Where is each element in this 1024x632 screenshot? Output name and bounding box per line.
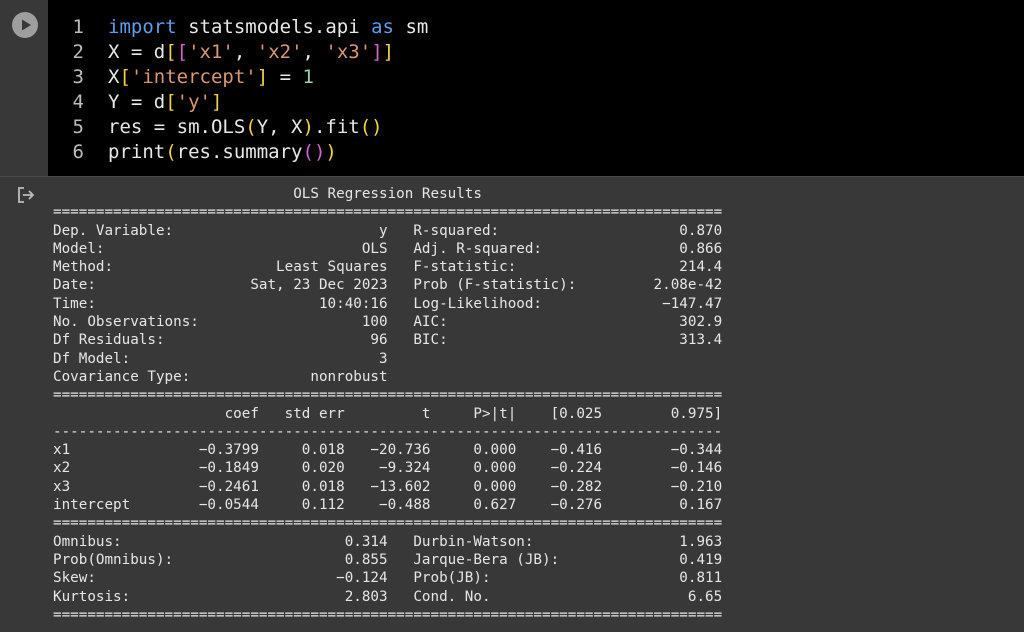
line-code: res = sm.OLS(Y, X).fit()	[108, 115, 383, 140]
line-number: 2	[72, 41, 84, 63]
code-token: 'y'	[176, 91, 211, 113]
cell-output: OLS Regression Results =================…	[0, 176, 1024, 632]
code-token: ,	[233, 41, 257, 63]
code-token: sm	[394, 16, 429, 38]
code-token: [	[165, 91, 177, 113]
code-token: (	[359, 116, 372, 138]
code-token: )	[371, 116, 383, 138]
code-token: res.summary	[176, 141, 303, 163]
code-cell[interactable]: 1 import statsmodels.api as sm 2 X = d[['x1…	[0, 0, 1024, 176]
code-token: import	[108, 16, 177, 38]
code-token: Y, X	[256, 116, 303, 138]
code-token: Y = d	[108, 91, 166, 113]
code-token: ]	[256, 66, 269, 88]
code-token: )	[313, 141, 326, 163]
code-token: 'x2'	[256, 41, 303, 63]
code-token: 1	[302, 66, 314, 88]
line-code: print(res.summary())	[108, 140, 337, 165]
code-token: (	[165, 141, 177, 163]
code-token: [	[119, 66, 131, 88]
regression-summary-output: OLS Regression Results =================…	[53, 186, 723, 623]
code-token: as	[371, 16, 394, 38]
code-editor[interactable]: 1 import statsmodels.api as sm 2 X = d[['x1…	[48, 0, 1024, 176]
play-icon	[22, 19, 31, 31]
code-token: (	[245, 116, 257, 138]
code-token: 'x1'	[188, 41, 234, 63]
code-token: ]	[371, 41, 383, 63]
code-token: (	[302, 141, 314, 163]
code-token: )	[325, 141, 337, 163]
code-token: )	[302, 116, 314, 138]
code-token: [	[165, 41, 177, 63]
code-token: .fit	[313, 116, 360, 138]
line-number: 4	[72, 91, 84, 113]
line-number: 6	[72, 141, 84, 163]
code-token: ]	[382, 41, 395, 63]
code-token: print	[108, 141, 166, 163]
code-token: ]	[210, 91, 223, 113]
code-token: statsmodels.api	[176, 16, 372, 38]
code-token: X	[108, 66, 120, 88]
code-token: 'intercept'	[130, 66, 257, 88]
line-code: import statsmodels.api as sm	[108, 15, 428, 40]
code-token: [	[176, 41, 189, 63]
code-token: X = d	[108, 41, 166, 63]
line-number: 1	[72, 16, 84, 38]
code-token: =	[268, 66, 303, 88]
line-number: 5	[72, 116, 84, 138]
output-redirect-icon[interactable]	[16, 185, 36, 205]
code-token: res = sm.OLS	[108, 116, 246, 138]
run-cell-button[interactable]	[12, 12, 38, 38]
line-number: 3	[72, 66, 84, 88]
code-token: 'x3'	[325, 41, 372, 63]
line-code: X = d[['x1', 'x2', 'x3']]	[108, 40, 394, 65]
line-code: Y = d['y']	[108, 90, 222, 115]
code-token: ,	[302, 41, 326, 63]
line-code: X['intercept'] = 1	[108, 65, 314, 90]
